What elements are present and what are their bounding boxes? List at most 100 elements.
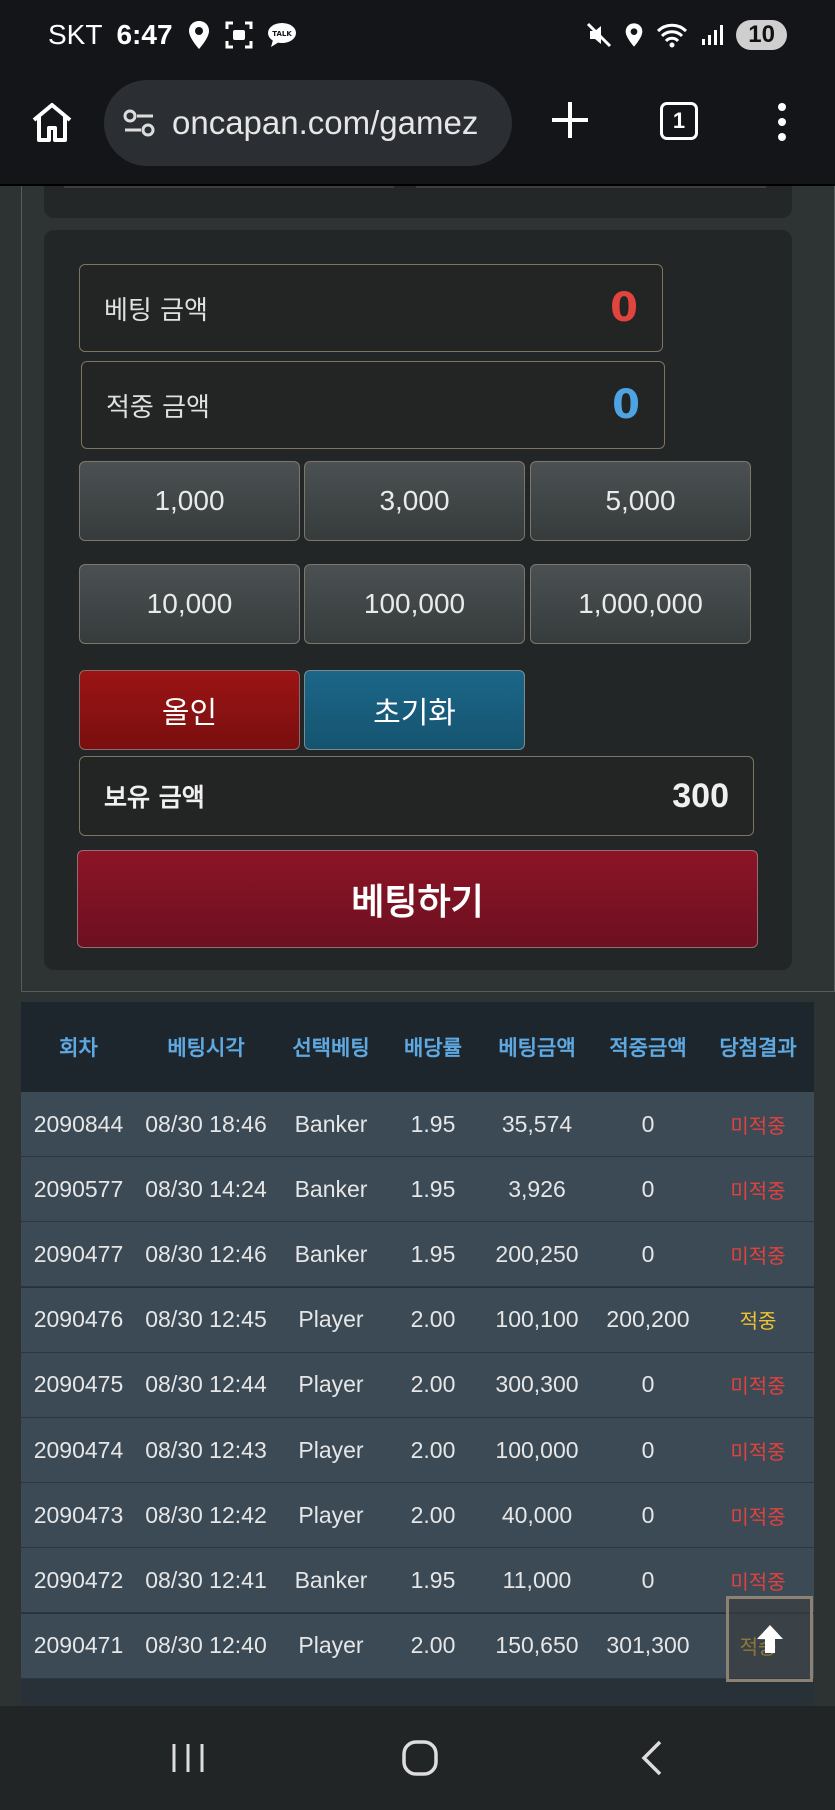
bet-amount-cell: 150,650 xyxy=(495,1632,579,1659)
selection-cell: Player xyxy=(298,1371,364,1398)
wifi-icon xyxy=(657,23,688,48)
bet-amount-cell: 200,250 xyxy=(495,1240,579,1267)
bet-amount-cell: 300,300 xyxy=(495,1371,579,1398)
round-cell: 2090471 xyxy=(33,1632,124,1659)
chip-button-1000000[interactable]: 1,000,000 xyxy=(530,564,751,644)
result-cell: 미적중 xyxy=(730,1178,786,1203)
signal-icon xyxy=(702,25,724,45)
odds-cell: 1.95 xyxy=(410,1566,456,1593)
round-cell: 2090473 xyxy=(33,1501,124,1528)
odds-cell: 2.00 xyxy=(410,1436,456,1463)
result-cell: 미적중 xyxy=(730,1374,786,1399)
balance-value: 300 xyxy=(672,776,729,815)
header-selection: 선택베팅 xyxy=(292,1036,370,1060)
previous-panel xyxy=(44,186,792,218)
win-amount-value: 0 xyxy=(612,382,640,428)
talk-icon: TALK xyxy=(267,23,296,47)
odds-cell: 2.00 xyxy=(410,1371,456,1398)
win-amount-box: 적중 금액 0 xyxy=(81,361,665,449)
screenshot-icon xyxy=(225,21,253,49)
chip-button-10000[interactable]: 10,000 xyxy=(79,564,300,644)
selection-cell: Player xyxy=(298,1306,364,1333)
result-cell: 미적중 xyxy=(730,1243,786,1268)
table-row: 2090471 08/30 12:40 Player 2.00 150,650 301,3… xyxy=(21,1613,814,1679)
arrow-up-icon xyxy=(756,1625,783,1653)
result-cell: 미적중 xyxy=(730,1439,786,1464)
odds-cell: 2.00 xyxy=(410,1501,456,1528)
round-cell: 2090476 xyxy=(33,1306,124,1333)
bet-time-cell: 08/30 12:40 xyxy=(145,1632,267,1659)
bet-time-cell: 08/30 12:45 xyxy=(145,1306,267,1333)
bet-amount-cell: 40,000 xyxy=(501,1501,573,1528)
selection-cell: Player xyxy=(298,1436,364,1463)
place-bet-button[interactable]: 베팅하기 xyxy=(77,850,758,948)
battery-indicator: 10 xyxy=(736,20,787,50)
bet-time-cell: 08/30 12:41 xyxy=(145,1566,267,1593)
table-row: 2090477 08/30 12:46 Banker 1.95 200,250 0 미적중 xyxy=(21,1222,814,1288)
header-round: 회차 xyxy=(59,1036,98,1060)
header-bet-amount: 베팅금액 xyxy=(498,1036,576,1060)
bet-amount-cell: 11,000 xyxy=(502,1566,572,1593)
table-header: 회차 베팅시각 선택베팅 배당률 베팅금액 적중금액 당첨결과 xyxy=(21,1002,814,1092)
odds-cell: 1.95 xyxy=(410,1110,456,1137)
win-amount-cell: 0 xyxy=(641,1175,655,1202)
new-tab-icon[interactable] xyxy=(548,98,592,142)
table-row: 2090476 08/30 12:45 Player 2.00 100,100 200,2… xyxy=(21,1287,814,1353)
round-cell: 2090477 xyxy=(33,1240,124,1267)
bet-time-cell: 08/30 12:44 xyxy=(145,1371,267,1398)
odds-cell: 2.00 xyxy=(410,1632,456,1659)
bet-amount-cell: 100,000 xyxy=(495,1436,579,1463)
recent-apps-icon[interactable] xyxy=(166,1736,210,1780)
reset-button[interactable]: 초기화 xyxy=(304,670,525,750)
back-icon[interactable] xyxy=(632,1736,676,1780)
header-win-amount: 적중금액 xyxy=(609,1036,687,1060)
result-cell: 미적중 xyxy=(730,1504,786,1529)
home-nav-icon[interactable] xyxy=(398,1736,442,1780)
status-bar: SKT 6:47 TALK 10 xyxy=(0,0,835,70)
win-amount-cell: 0 xyxy=(641,1371,655,1398)
win-amount-cell: 0 xyxy=(641,1501,655,1528)
selection-cell: Banker xyxy=(294,1175,368,1202)
odds-cell: 1.95 xyxy=(410,1175,456,1202)
result-cell: 미적중 xyxy=(730,1113,786,1138)
all-in-button[interactable]: 올인 xyxy=(79,670,300,750)
win-amount-cell: 301,300 xyxy=(606,1632,690,1659)
svg-text:TALK: TALK xyxy=(272,30,292,38)
bet-panel: 베팅 금액 0 적중 금액 0 1,000 3,000 5,000 10,000… xyxy=(44,230,792,970)
chip-button-100000[interactable]: 100,000 xyxy=(304,564,525,644)
scroll-to-top-button[interactable] xyxy=(726,1596,813,1682)
win-amount-cell: 0 xyxy=(641,1566,655,1593)
table-row: 2090474 08/30 12:43 Player 2.00 100,000 0 미적중 xyxy=(21,1418,814,1483)
chip-button-5000[interactable]: 5,000 xyxy=(530,461,751,541)
clock: 6:47 xyxy=(116,19,173,50)
bet-amount-cell: 3,926 xyxy=(508,1175,566,1202)
selection-cell: Banker xyxy=(294,1110,368,1137)
round-cell: 2090844 xyxy=(33,1110,124,1137)
result-cell: 미적중 xyxy=(730,1569,786,1594)
header-odds: 배당률 xyxy=(404,1036,462,1060)
address-bar[interactable]: oncapan.com/gamez xyxy=(104,80,512,166)
bet-amount-label: 베팅 금액 xyxy=(104,295,208,326)
table-row: 2090473 08/30 12:42 Player 2.00 40,000 0 미적중 xyxy=(21,1483,814,1549)
win-amount-label: 적중 금액 xyxy=(106,392,210,423)
bet-history-table: 회차 베팅시각 선택베팅 배당률 베팅금액 적중금액 당첨결과 2090844 0… xyxy=(21,1002,814,1706)
odds-cell: 2.00 xyxy=(410,1306,456,1333)
site-settings-icon[interactable] xyxy=(122,108,156,138)
win-amount-cell: 200,200 xyxy=(606,1306,690,1333)
mute-icon xyxy=(587,22,612,48)
round-cell: 2090474 xyxy=(33,1436,124,1463)
round-cell: 2090475 xyxy=(33,1371,124,1398)
location-icon-small xyxy=(625,23,643,47)
result-cell: 적중 xyxy=(739,1309,777,1334)
tab-switcher-button[interactable]: 1 xyxy=(660,102,698,140)
win-amount-cell: 0 xyxy=(641,1436,655,1463)
selection-cell: Banker xyxy=(294,1566,368,1593)
chip-button-1000[interactable]: 1,000 xyxy=(79,461,300,541)
page-content: 베팅 금액 0 적중 금액 0 1,000 3,000 5,000 10,000… xyxy=(0,186,835,1706)
home-icon[interactable] xyxy=(30,100,74,144)
bet-time-cell: 08/30 12:43 xyxy=(145,1436,267,1463)
more-menu-icon[interactable] xyxy=(770,102,794,142)
table-row: 2090844 08/30 18:46 Banker 1.95 35,574 0 미적중 xyxy=(21,1092,814,1157)
header-result: 당첨결과 xyxy=(719,1036,797,1060)
chip-button-3000[interactable]: 3,000 xyxy=(304,461,525,541)
